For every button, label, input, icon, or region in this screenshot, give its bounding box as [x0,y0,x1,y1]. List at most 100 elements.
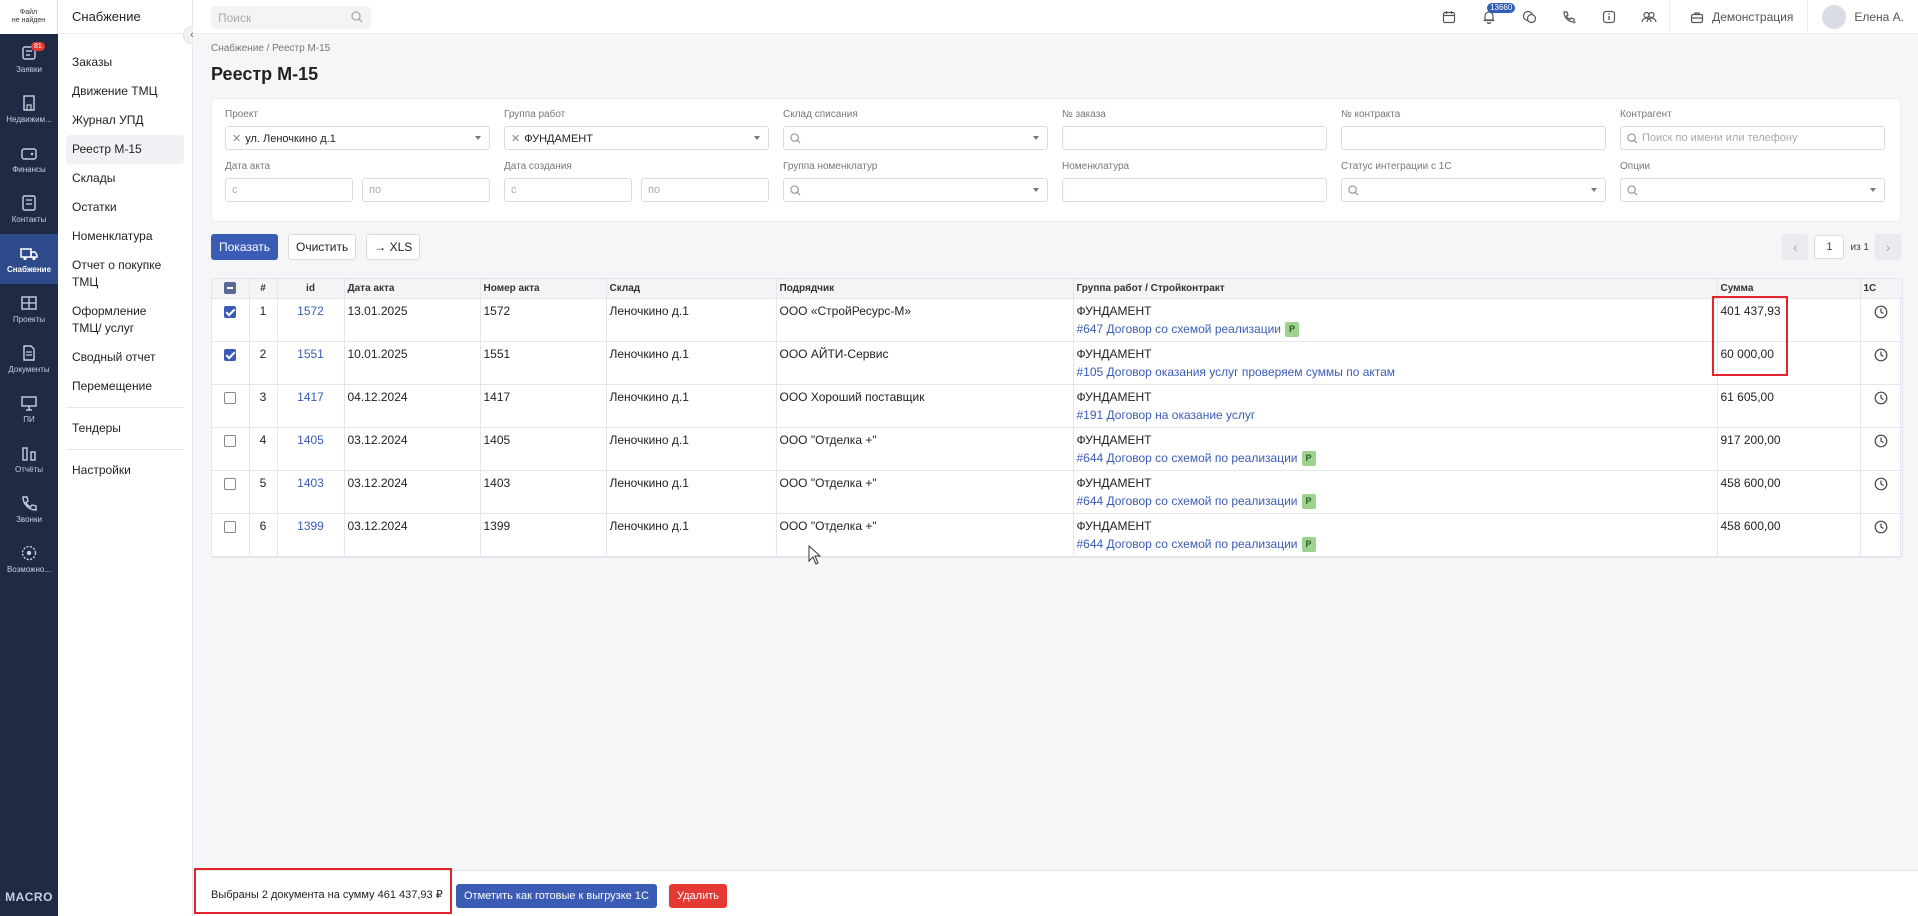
info-icon[interactable] [1589,0,1629,34]
nomen-input[interactable] [1062,178,1327,202]
row-checkbox[interactable] [224,520,237,533]
row-checkbox[interactable] [224,434,237,447]
options-select[interactable] [1620,178,1885,202]
table-row[interactable]: 4 1405 03.12.2024 1405 Леночкино д.1 ООО "Отд… [212,427,1903,471]
chat-icon[interactable] [1509,0,1549,34]
sidebar-item[interactable]: Сводный отчет [66,343,184,372]
rail-item[interactable]: 81 Заявки [0,34,58,84]
project-select[interactable]: ✕ ул. Леночкино д.1 [225,126,490,150]
contract-link[interactable]: #644 Договор со схемой по реализации [1077,451,1298,465]
rail-item[interactable]: Контакты [0,184,58,234]
sidebar-item[interactable]: Перемещение [66,372,184,401]
sidebar-item[interactable]: Реестр М-15 [66,135,184,164]
col-header[interactable]: Склад [606,279,777,299]
sidebar-item[interactable]: Оформление ТМЦ/ услуг [66,297,184,343]
col-header[interactable]: Дата акта [344,279,481,299]
clear-x-icon[interactable]: ✕ [511,133,520,145]
prev-page-button[interactable]: ‹ [1782,234,1809,260]
page-number-input[interactable]: 1 [1814,235,1845,259]
sidebar-item[interactable]: Склады [66,164,184,193]
contract-link[interactable]: #644 Договор со схемой по реализации [1077,537,1298,551]
rail-item[interactable]: Снабжение [0,234,58,284]
clock-icon[interactable] [1874,391,1888,405]
nomen-group-select[interactable] [783,178,1048,202]
sidebar-item[interactable]: Настройки [66,456,184,485]
rail-item[interactable]: Финансы [0,134,58,184]
col-header[interactable]: Номер акта [480,279,607,299]
sidebar-item[interactable]: Движение ТМЦ [66,77,184,106]
col-header[interactable]: Подрядчик [776,279,1074,299]
row-id-link[interactable]: 1399 [297,519,324,533]
sidebar-item[interactable]: Журнал УПД [66,106,184,135]
rail-item[interactable]: Отчёты [0,434,58,484]
row-checkbox[interactable] [224,477,237,490]
search-input[interactable]: Поиск [211,6,371,29]
sidebar-item[interactable]: Заказы [66,48,184,77]
row-checkbox[interactable] [224,391,237,404]
sidebar-item[interactable]: Номенклатура [66,222,184,251]
rail-item[interactable]: Звонки [0,484,58,534]
users-icon[interactable] [1629,0,1669,34]
show-button[interactable]: Показать [211,234,279,260]
row-id-link[interactable]: 1405 [297,433,324,447]
sidebar-item[interactable]: Отчет о покупке ТМЦ [66,251,184,297]
mark-ready-1c-button[interactable]: Отметить как готовые к выгрузке 1С [456,884,657,908]
clear-button[interactable]: Очистить [288,234,357,260]
delete-button[interactable]: Удалить [669,884,727,908]
contractor-cell: ООО "Отделка +" [776,470,1074,514]
next-page-button[interactable]: › [1875,234,1901,260]
counterparty-search-input[interactable]: Поиск по имени или телефону [1620,126,1885,150]
integration-status-select[interactable] [1341,178,1606,202]
bell-icon[interactable]: 13660 [1469,0,1516,34]
table-row[interactable]: 5 1403 03.12.2024 1403 Леночкино д.1 ООО "Отд… [212,470,1903,514]
act-number-cell: 1417 [480,384,607,428]
contract-no-input[interactable] [1341,126,1606,150]
work-group-select[interactable]: ✕ ФУНДАМЕНТ [504,126,769,150]
sidebar-item[interactable]: Остатки [66,193,184,222]
col-header[interactable]: Группа работ / Стройконтракт [1073,279,1718,299]
clock-icon[interactable] [1874,477,1888,491]
contract-link[interactable]: #647 Договор со схемой реализации [1077,322,1282,336]
select-all-checkbox[interactable] [224,282,237,295]
export-xls-button[interactable]: → XLS [366,234,421,260]
contract-link[interactable]: #105 Договор оказания услуг проверяем су… [1077,365,1396,379]
row-checkbox[interactable] [224,305,237,318]
row-checkbox[interactable] [224,348,237,361]
row-id-link[interactable]: 1403 [297,476,324,490]
clock-icon[interactable] [1874,520,1888,534]
work-group-cell: ФУНДАМЕНТ [1076,518,1152,533]
clock-icon[interactable] [1874,305,1888,319]
calendar-icon[interactable] [1429,0,1469,34]
sidebar-item[interactable]: Тендеры [66,414,184,443]
contract-link[interactable]: #191 Договор на оказание услуг [1077,408,1256,422]
warehouse-select[interactable] [783,126,1048,150]
created-date-from-input[interactable]: с [504,178,632,202]
rail-item[interactable]: Недвижим... [0,84,58,134]
clear-x-icon[interactable]: ✕ [232,133,241,145]
phone-call-icon[interactable] [1549,0,1589,34]
clock-icon[interactable] [1874,434,1888,448]
row-id-link[interactable]: 1417 [297,390,324,404]
row-id-link[interactable]: 1572 [297,304,324,318]
demo-workspace-switch[interactable]: Демонстрация [1669,0,1807,34]
order-no-input[interactable] [1062,126,1327,150]
act-date-from-input[interactable]: с [225,178,353,202]
clock-icon[interactable] [1874,348,1888,362]
table-row[interactable]: 3 1417 04.12.2024 1417 Леночкино д.1 ООО Хоро… [212,384,1903,428]
col-header[interactable]: id [277,279,345,299]
created-date-to-input[interactable]: по [641,178,769,202]
act-date-to-input[interactable]: по [362,178,490,202]
rail-item[interactable]: ПИ [0,384,58,434]
row-id-link[interactable]: 1551 [297,347,324,361]
col-header[interactable]: # [249,279,278,299]
warehouse-cell: Леночкино д.1 [606,341,777,385]
table-row[interactable]: 6 1399 03.12.2024 1399 Леночкино д.1 ООО "Отд… [212,513,1903,557]
rail-item[interactable]: Документы [0,334,58,384]
table-row[interactable]: 1 1572 13.01.2025 1572 Леночкино д.1 ООО «Стр… [212,298,1903,342]
user-menu[interactable]: Елена А. [1807,0,1918,34]
rail-item[interactable]: Возможно... [0,534,58,584]
rail-item[interactable]: Проекты [0,284,58,334]
contract-link[interactable]: #644 Договор со схемой по реализации [1077,494,1298,508]
table-row[interactable]: 2 1551 10.01.2025 1551 Леночкино д.1 ООО АЙТИ… [212,341,1903,385]
col-header[interactable]: 1С [1860,279,1903,299]
